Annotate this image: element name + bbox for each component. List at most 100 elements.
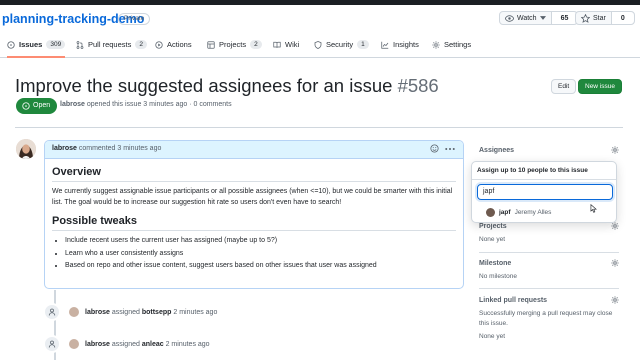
tab-projects-count: 2 [250,40,262,49]
smiley-icon[interactable] [430,144,439,153]
issue-title: Improve the suggested assignees for an i… [15,75,439,97]
gear-icon[interactable] [611,259,619,267]
star-button-group[interactable]: Star 0 [575,11,635,25]
suggestion-avatar [486,207,495,217]
tab-settings[interactable]: Settings [432,40,471,58]
actor-avatar[interactable] [69,307,79,317]
sidebar-linked-prs: Linked pull requests Successfully mergin… [479,296,619,342]
issue-state-badge: Open [16,98,58,114]
tab-security[interactable]: Security 1 [314,40,369,58]
graph-icon [381,41,389,49]
sidebar-divider [479,288,619,289]
assignees-label: Assignees [479,147,515,154]
event-target[interactable]: bottsepp [142,309,172,316]
table-icon [207,41,215,49]
repo-header: planning-tracking-demo Private Watch 65 … [0,8,640,30]
assignee-select-menu: Assign up to 10 people to this issue jap… [471,161,617,223]
book-icon [273,41,281,48]
sidebar-assignees: Assignees [479,146,619,159]
issue-number: #586 [397,75,439,96]
issue-meta: labrose opened this issue 3 minutes ago … [60,101,232,108]
tab-wiki[interactable]: Wiki [273,40,299,58]
linked-prs-value: None yet [479,333,506,340]
timeline-event: labrose assigned bottsepp 2 minutes ago [43,303,217,321]
comment-meta: labrose commented 3 minutes ago [52,145,161,152]
event-actor[interactable]: labrose [85,341,110,348]
visibility-badge: Private [118,13,151,25]
milestone-label: Milestone [479,260,512,267]
event-text: labrose assigned bottsepp 2 minutes ago [85,309,217,316]
new-issue-button[interactable]: New issue [578,79,622,94]
projects-label: Projects [479,223,507,230]
global-header-bar [0,0,640,5]
tab-security-count: 1 [357,40,369,49]
kebab-horizontal-icon[interactable] [445,147,455,151]
tab-pull-requests[interactable]: Pull requests 2 [76,40,147,58]
edit-button[interactable]: Edit [551,79,577,94]
event-actor[interactable]: labrose [85,309,110,316]
tab-projects[interactable]: Projects 2 [207,40,262,58]
tab-pull-requests-label: Pull requests [88,40,132,49]
comment-body: Overview We currently suggest assignable… [45,159,463,280]
tab-actions-label: Actions [167,40,192,49]
tweaks-list: Include recent users the current user ha… [65,236,456,272]
watch-count[interactable]: 65 [550,12,578,24]
tab-issues[interactable]: Issues 309 [7,40,66,58]
event-target[interactable]: anleac [142,341,164,348]
watch-button[interactable]: Watch [500,12,551,24]
star-icon [581,13,590,23]
actor-avatar[interactable] [69,339,79,349]
issue-opened-text: opened this issue 3 minutes ago · 0 comm… [86,101,232,108]
tab-issues-count: 309 [46,40,66,49]
star-label: Star [593,14,606,22]
tab-actions[interactable]: Actions [155,40,192,58]
comment-author-link[interactable]: labrose [52,145,77,152]
assignee-menu-header: Assign up to 10 people to this issue [472,162,616,180]
sidebar-projects: Projects None yet [479,222,619,245]
suggestion-full-name: Jeremy Alles [514,208,552,216]
shield-icon [314,41,322,49]
event-text: labrose assigned anleac 2 minutes ago [85,341,210,348]
person-icon [43,303,61,321]
gear-icon[interactable] [611,296,619,304]
linked-prs-label: Linked pull requests [479,297,548,304]
issue-opened-icon [7,41,15,49]
author-avatar[interactable] [16,139,36,159]
tab-projects-label: Projects [219,40,247,49]
linked-prs-description: Successfully merging a pull request may … [479,310,613,327]
comment-time: commented 3 minutes ago [78,145,162,152]
comment-heading-overview: Overview [52,166,456,182]
comment-heading-tweaks: Possible tweaks [52,215,456,231]
git-pull-request-icon [76,41,84,49]
star-button[interactable]: Star [576,12,611,24]
event-time: 2 minutes ago [173,308,218,316]
list-item: Based on repo and other issue content, s… [65,261,456,272]
star-count[interactable]: 0 [610,12,634,24]
gear-icon[interactable] [611,146,619,154]
tab-pull-requests-count: 2 [135,40,147,49]
milestone-title[interactable]: Milestone [479,259,619,272]
header-divider [15,127,623,128]
sidebar-milestone: Milestone No milestone [479,259,619,282]
projects-value: None yet [479,236,506,243]
projects-title[interactable]: Projects [479,222,619,235]
eye-icon [505,14,514,22]
watch-label: Watch [517,14,537,22]
milestone-value: No milestone [479,273,517,280]
suggestion-login: japf [499,208,511,216]
issue-author-link[interactable]: labrose [60,101,85,108]
tab-insights-label: Insights [393,40,419,49]
gear-icon [432,41,440,49]
timeline-event: labrose assigned anleac 2 minutes ago [43,335,210,353]
issue-comment: labrose commented 3 minutes ago Overview… [44,140,464,289]
comment-paragraph: We currently suggest assignable issue pa… [52,188,453,206]
gear-icon[interactable] [611,222,619,230]
assignees-title[interactable]: Assignees [479,146,619,159]
tab-issues-label: Issues [19,40,43,49]
repo-tabs: Issues 309 Pull requests 2 Actions Proje… [0,36,640,58]
tab-insights[interactable]: Insights [381,40,419,58]
assignee-filter-input[interactable]: japf [477,184,613,200]
list-item: Include recent users the current user ha… [65,236,456,247]
linked-prs-title[interactable]: Linked pull requests [479,296,619,309]
watch-button-group[interactable]: Watch 65 [499,11,579,25]
